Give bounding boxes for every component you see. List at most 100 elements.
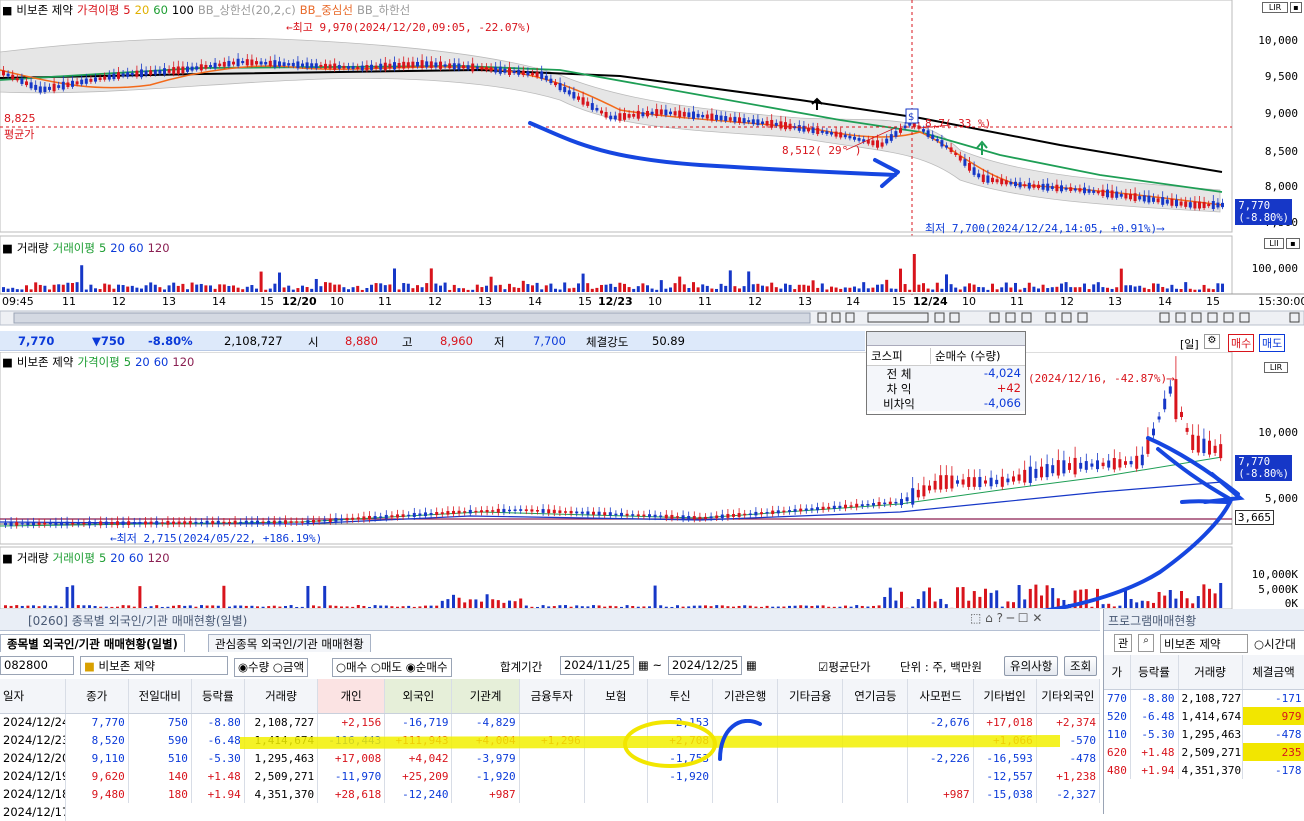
table-cell: +28,618 [318,785,385,803]
x-tick: 14 [528,295,542,308]
volume-bar [158,287,161,292]
volume-bar [738,288,741,292]
program-stock-name[interactable]: 비보존 제약 [1160,634,1248,653]
scrollbar-thumb[interactable] [14,313,810,323]
column-header[interactable]: 외국인 [385,679,452,713]
volume-bar [145,285,148,292]
table-row[interactable]: 480+1.944,351,370-178 [1104,761,1304,779]
avg-price-checkbox[interactable]: ☑평균단가 [818,659,871,679]
daily-stock-name: 비보존 제약 [17,355,74,369]
column-header[interactable]: 등락률 [191,679,244,713]
query-button[interactable]: 조회 [1064,656,1097,676]
daily-volume-bar [1214,593,1217,608]
table-row[interactable]: 620+1.482,509,271235 [1104,743,1304,761]
volume-option-button[interactable]: LII [1264,238,1284,249]
table-row[interactable]: 110-5.301,295,463-478 [1104,725,1304,743]
settings-icon[interactable]: ⚙ [1204,334,1220,349]
column-header[interactable]: 등락률 [1130,655,1178,689]
column-header[interactable]: 기관은행 [713,679,778,713]
volume-option-button-2[interactable]: ▪ [1286,238,1300,249]
volume-bar [398,289,401,292]
column-header[interactable]: 기관계 [452,679,519,713]
intraday-chart[interactable]: $ ■비보존 제약가격이평52060100BB_상한선(20,2,c)BB_중심… [0,0,1304,330]
stock-name-input[interactable]: ■ 비보존 제약 [80,656,228,675]
period-label[interactable]: [일] [1180,336,1199,352]
volume-bar [1019,290,1022,292]
column-header[interactable]: 전일대비 [128,679,191,713]
x-tick: 10 [648,295,662,308]
table-row[interactable]: 520-6.481,414,674979 [1104,707,1304,725]
column-header[interactable]: 금융투자 [519,679,584,713]
window-controls[interactable]: ⬚ ⌂ ? ─ ☐ ✕ [970,611,1042,625]
sell-button[interactable]: 매도 [1259,334,1285,352]
table-row[interactable]: 2024/12/189,480180+1.944,351,370+28,618-… [0,785,1100,803]
notice-button[interactable]: 유의사항 [1004,656,1058,676]
column-header[interactable]: 거래량 [244,679,317,713]
column-header[interactable]: 일자 [0,679,65,713]
column-header[interactable]: 투신 [647,679,712,713]
program-trading-popup[interactable]: 코스피 순매수 (수량) 전 체-4,024 차 익+42 비차익-4,066 [866,331,1026,415]
daily-ma120: 120 [172,355,194,369]
tab-daily[interactable]: 종목별 외국인/기관 매매현황(일별) [0,634,185,652]
column-header[interactable]: 거래량 [1178,655,1242,689]
table-cell: 1,414,674 [1178,707,1242,725]
daily-chart-type-button[interactable]: LIR [1264,362,1288,373]
column-header[interactable]: 보험 [584,679,647,713]
column-header[interactable]: 종가 [65,679,128,713]
volume-bar [232,285,235,292]
y-tick: 9,500 [1265,70,1298,83]
daily-volume-bar [620,607,623,608]
daily-volume-bar [385,606,388,608]
date-to-input[interactable]: 2024/12/25 [668,656,742,675]
volume-bar [931,290,934,292]
column-header[interactable]: 가 [1104,655,1130,689]
volume-bar [582,274,585,292]
search-icon[interactable]: ⌕ [1138,634,1154,652]
volume-bar [651,289,654,292]
volume-bar [131,286,134,292]
daily-volume-bar [110,607,113,608]
daily-volume-bar [1113,606,1116,608]
column-header[interactable]: 기타금융 [778,679,843,713]
column-header[interactable]: 기타외국인 [1036,679,1099,713]
daily-volume-bar [866,607,869,608]
column-header[interactable]: 사모펀드 [908,679,973,713]
intraday-chart-canvas: $ [0,0,1304,330]
chart-type-button[interactable]: LIR [1262,2,1288,13]
popup-row-label: 차 익 [867,381,931,396]
side-radio-group[interactable]: ○매수 ○매도 ◉순매수 [332,658,452,677]
chart-option-button[interactable]: ▪ [1290,2,1302,13]
table-row[interactable]: 770-8.802,108,727-171 [1104,689,1304,707]
column-header[interactable]: 연기금등 [843,679,908,713]
daily-volume-bar [995,590,998,608]
volume-bar [1175,289,1178,292]
daily-volume-bar [626,605,629,608]
daily-volume-bar [430,606,433,608]
volume-bar [973,285,976,292]
x-tick: 11 [378,295,392,308]
tab-watchlist[interactable]: 관심종목 외국인/기관 매매현황 [208,634,371,652]
time-radio[interactable]: ○시간대 [1254,636,1296,652]
volume-legend: ■거래량거래이평52060120 [2,240,174,256]
date-from-input[interactable]: 2024/11/25 [560,656,634,675]
code-input[interactable]: 082800 [0,656,74,675]
x-tick: 15 [892,295,906,308]
program-tag[interactable]: 관 [1114,634,1132,652]
table-cell: 770 [1104,689,1130,707]
daily-chart[interactable]: ■비보존 제약가격이평52060120 [일] ⚙ 매수 매도 (2024/12… [0,352,1304,610]
unit-radio-group[interactable]: ◉수량 ○금액 [234,658,308,677]
buy-button[interactable]: 매수 [1228,334,1254,352]
column-header[interactable]: 기타법인 [973,679,1036,713]
daily-volume-bar [878,605,881,608]
volume-bar [1042,285,1045,292]
column-header[interactable]: 개인 [318,679,385,713]
volume-bar [260,272,263,292]
volume-bar [655,290,658,292]
daily-volume-bar [206,606,209,608]
volume-bar [319,286,322,292]
open-value: 8,880 [345,334,378,348]
volume-bar [421,287,424,292]
volume-bar [89,285,92,292]
column-header[interactable]: 체결금액 [1242,655,1304,689]
market-select[interactable]: 코스피 [867,348,931,364]
